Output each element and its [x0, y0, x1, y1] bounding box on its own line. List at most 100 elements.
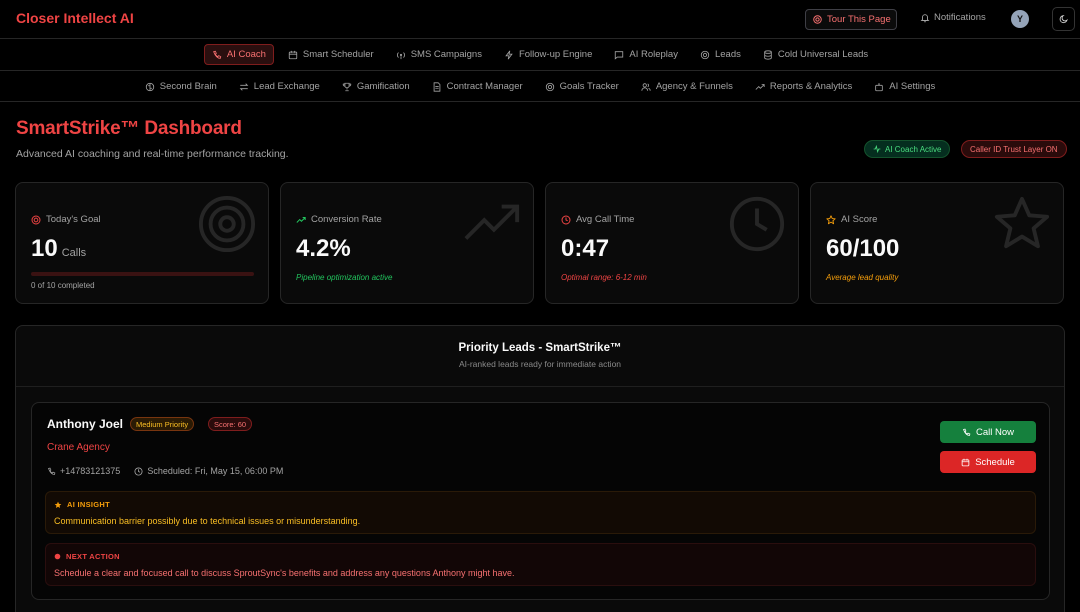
- ai-score-note: Average lead quality: [826, 273, 899, 282]
- lead-company: Crane Agency: [47, 442, 110, 453]
- calendar-icon: [961, 458, 970, 466]
- lead-phone: +14783121375: [47, 466, 120, 476]
- caller-id-status-badge: Caller ID Trust Layer ON: [961, 140, 1067, 158]
- schedule-button[interactable]: Schedule: [940, 451, 1036, 473]
- trend-up-icon: [296, 216, 306, 223]
- nav-sms-campaigns-label: SMS Campaigns: [410, 49, 482, 60]
- database-icon: [764, 49, 772, 60]
- moon-icon: [1059, 15, 1068, 24]
- phone-icon: [212, 50, 222, 59]
- conversion-rate-note: Pipeline optimization active: [296, 273, 393, 282]
- star-icon: [826, 214, 836, 224]
- theme-toggle-button[interactable]: [1052, 7, 1075, 31]
- page-title: SmartStrike™ Dashboard: [16, 118, 242, 139]
- target-icon: [700, 50, 710, 59]
- star-icon: [994, 196, 1050, 249]
- conversion-rate-card: Conversion Rate 4.2% Pipeline optimizati…: [280, 182, 534, 304]
- todays-goal-value-row: 10 Calls: [31, 235, 86, 263]
- lead-score-badge: Score: 60: [208, 417, 253, 431]
- swap-icon: [239, 82, 249, 91]
- notifications-button[interactable]: Notifications: [920, 12, 986, 23]
- calendar-icon: [288, 50, 298, 59]
- conversion-rate-label: Conversion Rate: [311, 214, 382, 225]
- nav-smart-scheduler[interactable]: Smart Scheduler: [280, 44, 382, 65]
- nav-reports-analytics-label: Reports & Analytics: [769, 81, 853, 92]
- priority-leads-panel: Priority Leads - SmartStrike™ AI-ranked …: [15, 325, 1065, 612]
- nav-second-brain-label: Second Brain: [159, 81, 217, 92]
- clock-icon: [134, 466, 143, 476]
- nav-ai-coach[interactable]: AI Coach: [203, 44, 274, 65]
- trophy-icon: [342, 82, 351, 91]
- primary-nav: AI Coach Smart Scheduler SMS Campaigns F…: [0, 39, 1080, 71]
- next-action-label: NEXT ACTION: [66, 552, 120, 561]
- nav-goals-tracker[interactable]: Goals Tracker: [537, 76, 627, 97]
- secondary-nav: Second Brain Lead Exchange Gamification …: [0, 72, 1080, 102]
- nav-contract-manager[interactable]: Contract Manager: [424, 76, 531, 97]
- conversion-rate-label-row: Conversion Rate: [296, 214, 382, 225]
- nav-gamification[interactable]: Gamification: [334, 76, 418, 97]
- user-avatar[interactable]: Y: [1011, 10, 1029, 28]
- nav-ai-settings-label: AI Settings: [889, 81, 936, 92]
- ai-score-card: AI Score 60/100 Average lead quality: [810, 182, 1064, 304]
- avg-call-time-card: Avg Call Time 0:47 Optimal range: 6-12 m…: [545, 182, 799, 304]
- lead-card[interactable]: Anthony Joel Medium Priority Score: 60 C…: [31, 402, 1050, 600]
- users-icon: [641, 82, 651, 91]
- dot-icon: [54, 553, 61, 560]
- call-now-button[interactable]: Call Now: [940, 421, 1036, 443]
- nav-ai-roleplay[interactable]: AI Roleplay: [606, 44, 686, 65]
- lead-scheduled-time: Scheduled: Fri, May 15, 06:00 PM: [147, 466, 284, 476]
- lead-name: Anthony Joel: [47, 417, 124, 431]
- tour-page-label: Tour This Page: [827, 14, 891, 25]
- todays-goal-label-row: Today's Goal: [31, 214, 101, 225]
- nav-sms-campaigns[interactable]: SMS Campaigns: [388, 44, 490, 65]
- brain-icon: [145, 82, 154, 91]
- todays-goal-unit: Calls: [61, 247, 87, 259]
- nav-contract-manager-label: Contract Manager: [446, 81, 523, 92]
- call-now-label: Call Now: [975, 426, 1014, 438]
- star-icon: [54, 501, 62, 508]
- nav-cold-universal-leads[interactable]: Cold Universal Leads: [755, 44, 876, 65]
- nav-lead-exchange[interactable]: Lead Exchange: [231, 76, 328, 97]
- tour-page-button[interactable]: Tour This Page: [805, 9, 897, 30]
- bot-icon: [875, 82, 884, 91]
- nav-ai-coach-label: AI Coach: [226, 49, 266, 60]
- trend-icon: [755, 83, 765, 90]
- schedule-label: Schedule: [975, 456, 1015, 468]
- chat-icon: [615, 50, 624, 60]
- clock-icon: [561, 214, 571, 225]
- nav-gamification-label: Gamification: [356, 81, 410, 92]
- nav-second-brain[interactable]: Second Brain: [137, 76, 225, 97]
- avg-call-time-note: Optimal range: 6-12 min: [561, 273, 647, 282]
- next-action-box: NEXT ACTION Schedule a clear and focused…: [45, 543, 1036, 586]
- nav-ai-settings[interactable]: AI Settings: [866, 76, 943, 97]
- lead-meta: +14783121375 Scheduled: Fri, May 15, 06:…: [47, 466, 283, 476]
- todays-goal-progress-text: 0 of 10 completed: [31, 281, 95, 290]
- nav-goals-tracker-label: Goals Tracker: [559, 81, 619, 92]
- trend-up-icon: [464, 204, 520, 240]
- nav-lead-exchange-label: Lead Exchange: [253, 81, 320, 92]
- nav-leads-label: Leads: [714, 49, 741, 60]
- phone-icon: [962, 428, 971, 436]
- ai-score-label: AI Score: [841, 214, 878, 225]
- target-icon: [198, 195, 256, 253]
- ai-insight-header: AI INSIGHT: [54, 500, 1027, 509]
- notifications-label: Notifications: [934, 12, 986, 23]
- nav-follow-up-engine[interactable]: Follow-up Engine: [496, 44, 600, 65]
- target-icon: [813, 15, 822, 24]
- activity-icon: [873, 145, 881, 153]
- avg-call-time-value: 0:47: [561, 235, 610, 262]
- ai-coach-status-label: AI Coach Active: [885, 144, 942, 154]
- lead-priority-badge: Medium Priority: [130, 417, 195, 431]
- todays-goal-card: Today's Goal 10 Calls 0 of 10 completed: [15, 182, 269, 304]
- page-subtitle: Advanced AI coaching and real-time perfo…: [16, 148, 289, 160]
- nav-agency-funnels[interactable]: Agency & Funnels: [633, 76, 741, 97]
- nav-leads[interactable]: Leads: [692, 44, 749, 65]
- ai-insight-label: AI INSIGHT: [67, 500, 111, 509]
- nav-cold-universal-leads-label: Cold Universal Leads: [777, 49, 869, 60]
- brand-logo-text[interactable]: Closer Intellect AI: [16, 10, 134, 26]
- phone-icon: [48, 467, 56, 475]
- todays-goal-value: 10: [31, 235, 58, 262]
- avg-call-time-label-row: Avg Call Time: [561, 214, 634, 225]
- zap-icon: [505, 50, 513, 59]
- nav-reports-analytics[interactable]: Reports & Analytics: [747, 76, 860, 97]
